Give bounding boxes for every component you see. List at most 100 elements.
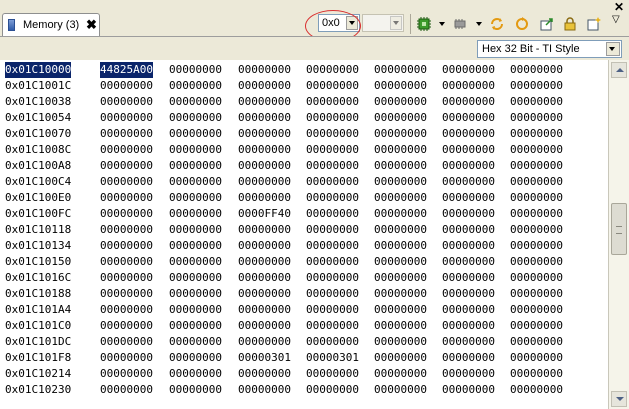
memory-cell[interactable]: 00000000 [374,238,427,254]
memory-cell[interactable]: 00000000 [306,62,359,78]
memory-cell[interactable]: 00000000 [442,110,495,126]
memory-cell[interactable]: 00000000 [238,254,291,270]
memory-cell[interactable]: 00000000 [169,142,222,158]
memory-address[interactable]: 0x01C10134 [5,238,71,254]
memory-address[interactable]: 0x01C1016C [5,270,71,286]
memory-cell[interactable]: 00000000 [374,366,427,382]
memory-cell[interactable]: 00000000 [238,318,291,334]
memory-cell[interactable]: 00000000 [306,206,359,222]
memory-cell[interactable]: 00000000 [100,206,153,222]
memory-address[interactable]: 0x01C1001C [5,78,71,94]
memory-cell[interactable]: 44825A00 [100,62,153,78]
memory-cell[interactable]: 00000000 [100,78,153,94]
memory-cell[interactable]: 00000000 [442,62,495,78]
memory-address[interactable]: 0x01C101A4 [5,302,71,318]
import-icon[interactable] [539,16,555,32]
memory-cell[interactable]: 00000000 [169,126,222,142]
memory-cell[interactable]: 00000000 [442,94,495,110]
memory-cell[interactable]: 00000000 [510,302,563,318]
memory-cell[interactable]: 00000000 [510,190,563,206]
memory-cell[interactable]: 00000000 [374,174,427,190]
memory-cell[interactable]: 00000000 [306,254,359,270]
memory-cell[interactable]: 00000000 [374,190,427,206]
memory-cell[interactable]: 00000000 [100,190,153,206]
format-dropdown-button[interactable] [606,42,620,56]
memory-cell[interactable]: 00000000 [442,78,495,94]
memory-cell[interactable]: 00000000 [442,270,495,286]
memory-cell[interactable]: 00000000 [510,78,563,94]
memory-cell[interactable]: 00000000 [306,110,359,126]
memory-cell[interactable]: 00000000 [100,270,153,286]
memory-cell[interactable]: 00000000 [442,350,495,366]
memory-cell[interactable]: 00000000 [374,382,427,398]
memory-cell[interactable]: 00000000 [510,366,563,382]
memory-cell[interactable]: 00000000 [238,110,291,126]
memory-cell[interactable]: 00000000 [100,174,153,190]
memory-cell[interactable]: 00000000 [510,158,563,174]
chip-menu-arrow[interactable] [476,22,482,26]
memory-cell[interactable]: 00000000 [374,206,427,222]
memory-address[interactable]: 0x01C100C4 [5,174,71,190]
lock-icon[interactable] [562,16,578,32]
memory-address[interactable]: 0x01C100FC [5,206,71,222]
memory-address[interactable]: 0x01C10150 [5,254,71,270]
memory-cell[interactable]: 00000000 [374,62,427,78]
memory-cell[interactable]: 00000000 [442,318,495,334]
memory-cell[interactable]: 00000000 [306,318,359,334]
memory-cell[interactable]: 00000000 [100,158,153,174]
memory-cell[interactable]: 00000000 [510,286,563,302]
memory-cell[interactable]: 00000000 [374,270,427,286]
memory-cell[interactable]: 00000000 [374,334,427,350]
memory-cell[interactable]: 00000000 [374,142,427,158]
memory-cell[interactable]: 00000000 [306,302,359,318]
memory-address[interactable]: 0x01C101C0 [5,318,71,334]
memory-cell[interactable]: 00000000 [100,334,153,350]
memory-address[interactable]: 0x01C10070 [5,126,71,142]
memory-cell[interactable]: 00000000 [510,94,563,110]
memory-cell[interactable]: 00000000 [442,382,495,398]
memory-cell[interactable]: 00000000 [169,238,222,254]
memory-cell[interactable]: 00000000 [169,206,222,222]
memory-cell[interactable]: 00000000 [238,62,291,78]
memory-cell[interactable]: 00000000 [374,222,427,238]
secondary-dropdown-button[interactable] [390,16,402,30]
memory-cell[interactable]: 00000000 [100,126,153,142]
memory-cell[interactable]: 00000000 [306,222,359,238]
memory-address[interactable]: 0x01C10000 [5,62,72,78]
memory-cell[interactable]: 00000000 [442,334,495,350]
memory-cell[interactable]: 00000000 [306,174,359,190]
memory-cell[interactable]: 00000000 [374,158,427,174]
connect-menu-arrow[interactable] [439,22,445,26]
memory-cell[interactable]: 00000000 [306,126,359,142]
memory-cell[interactable]: 00000000 [238,302,291,318]
memory-cell[interactable]: 00000000 [100,222,153,238]
memory-cell[interactable]: 00000000 [100,254,153,270]
memory-cell[interactable]: 00000000 [442,366,495,382]
view-close-icon[interactable]: ✕ [614,0,624,14]
memory-cell[interactable]: 00000000 [374,302,427,318]
view-menu-icon[interactable]: ▽ [612,14,620,25]
memory-cell[interactable]: 00000000 [169,222,222,238]
memory-cell[interactable]: 00000000 [374,78,427,94]
memory-cell[interactable]: 00000000 [169,78,222,94]
memory-cell[interactable]: 00000000 [169,94,222,110]
memory-cell[interactable]: 00000000 [238,222,291,238]
memory-cell[interactable]: 00000000 [374,110,427,126]
memory-cell[interactable]: 00000000 [100,302,153,318]
memory-cell[interactable]: 00000000 [238,382,291,398]
memory-cell[interactable]: 00000000 [100,142,153,158]
memory-address[interactable]: 0x01C10118 [5,222,71,238]
memory-cell[interactable]: 00000000 [306,270,359,286]
memory-cell[interactable]: 00000000 [238,174,291,190]
memory-cell[interactable]: 00000000 [169,382,222,398]
memory-cell[interactable]: 00000000 [169,110,222,126]
memory-cell[interactable]: 00000000 [510,206,563,222]
memory-cell[interactable]: 00000000 [442,238,495,254]
sync-icon[interactable] [514,16,530,32]
memory-cell[interactable]: 00000000 [100,238,153,254]
memory-cell[interactable]: 00000000 [306,158,359,174]
tab-close-icon[interactable]: ✖ [86,17,97,33]
memory-cell[interactable]: 00000000 [306,238,359,254]
memory-cell[interactable]: 00000000 [442,174,495,190]
memory-cell[interactable]: 00000000 [169,270,222,286]
